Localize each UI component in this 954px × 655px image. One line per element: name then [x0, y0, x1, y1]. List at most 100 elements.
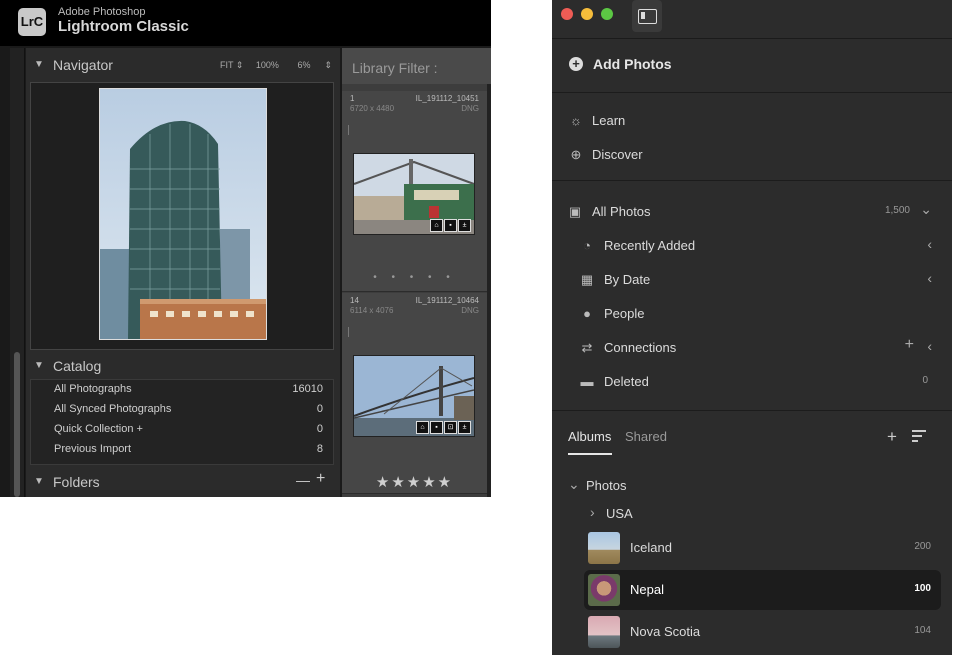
catalog-header[interactable]: ▼ Catalog — [26, 349, 340, 383]
sidebar-toggle-button[interactable] — [632, 0, 662, 32]
flag-icon[interactable] — [348, 327, 358, 337]
folders-header[interactable]: ▼ Folders — + — [26, 465, 340, 497]
sidebar-item-connections[interactable]: ⇄ Connections + ‹ — [552, 333, 952, 363]
discover-item[interactable]: ⊕ Discover — [552, 140, 952, 170]
grid-cell[interactable]: 1 IL_191112_10451 6720 x 4480 DNG ⌂ ▪ ± … — [342, 91, 487, 292]
comment-badge-icon[interactable]: ▪ — [444, 219, 457, 232]
album-count: 200 — [914, 541, 931, 552]
album-label: Iceland — [630, 540, 672, 555]
library-filter-label: Library Filter : — [352, 60, 438, 76]
sidebar-item-by-date[interactable]: ▦ By Date ‹ — [552, 265, 952, 295]
catalog-item-quick-collection[interactable]: Quick Collection + 0 — [31, 420, 333, 440]
album-nepal[interactable]: Nepal 100 — [584, 570, 941, 610]
chevron-down-icon[interactable]: ⌄ — [568, 476, 580, 493]
album-label: Nova Scotia — [630, 624, 701, 639]
grid-scrollbar[interactable] — [487, 84, 491, 497]
active-tab-indicator — [568, 453, 612, 455]
left-panel-scrollbar[interactable] — [14, 352, 20, 497]
lightroom-classic-window: LrC Adobe Photoshop Lightroom Classic ▼ … — [0, 0, 491, 497]
maximize-window-button[interactable] — [601, 8, 613, 20]
globe-icon: ⊕ — [570, 147, 582, 162]
chevron-right-icon[interactable]: › — [590, 504, 595, 520]
album-count: 100 — [914, 583, 931, 594]
catalog-item-all-photographs[interactable]: All Photographs 16010 — [31, 380, 333, 400]
tab-shared[interactable]: Shared — [625, 429, 667, 444]
lrc-titlebar: LrC Adobe Photoshop Lightroom Classic — [0, 0, 491, 46]
folder-label: Photos — [586, 478, 627, 493]
divider — [552, 410, 952, 411]
develop-badge-icon[interactable]: ± — [458, 219, 471, 232]
catalog-item-label: Quick Collection + — [54, 423, 143, 435]
sidebar-icon-bar — [641, 12, 645, 19]
navigator-header[interactable]: ▼ Navigator FIT ⇕ 100% 6% ⇕ — [26, 48, 340, 82]
chevron-left-icon[interactable]: ‹ — [927, 270, 932, 286]
collapse-triangle-icon[interactable]: ▼ — [34, 59, 44, 70]
catalog-item-count: 0 — [316, 403, 323, 415]
all-photos-item[interactable]: ▣ All Photos 1,500 ⌄ — [552, 197, 952, 227]
library-filter-bar[interactable]: Library Filter : — [342, 48, 491, 84]
chevron-left-icon[interactable]: ‹ — [927, 338, 932, 354]
sidebar-item-label: People — [604, 306, 645, 321]
add-folder-icon[interactable]: + — [316, 470, 325, 488]
collapse-triangle-icon[interactable]: ▼ — [34, 476, 44, 487]
learn-item[interactable]: ☼ Learn — [552, 106, 952, 136]
trash-icon: ▬ — [580, 374, 594, 389]
add-photos-button[interactable]: Add Photos — [552, 49, 952, 79]
sidebar-item-recently-added[interactable]: ◔ Recently Added ‹ — [552, 231, 952, 261]
photo-thumbnail[interactable]: ⌂ ▪ ⊡ ± — [353, 355, 475, 437]
divider — [552, 180, 952, 181]
develop-badge-icon[interactable]: ± — [458, 421, 471, 434]
album-folder-photos[interactable]: ⌄ Photos — [552, 471, 952, 501]
album-nova-scotia[interactable]: Nova Scotia 104 — [584, 612, 941, 652]
navigator-preview-frame — [30, 82, 334, 350]
left-panel: ▼ Navigator FIT ⇕ 100% 6% ⇕ ▼ Catalog Al… — [26, 48, 340, 497]
lightbulb-icon: ☼ — [570, 113, 582, 128]
cell-index: 14 — [350, 296, 359, 305]
close-window-button[interactable] — [561, 8, 573, 20]
cell-dimensions: 6720 x 4480 — [350, 104, 395, 113]
catalog-list: All Photographs 16010 All Synced Photogr… — [30, 379, 334, 465]
person-icon: ● — [583, 306, 591, 321]
add-album-icon[interactable]: + — [887, 427, 897, 447]
sort-albums-icon[interactable] — [912, 430, 928, 444]
deleted-count: 0 — [922, 375, 928, 386]
catalog-item-label: All Photographs — [54, 383, 132, 395]
zoom-fit-option[interactable]: FIT ⇕ — [220, 60, 243, 70]
minimize-window-button[interactable] — [581, 8, 593, 20]
album-label: Nepal — [630, 582, 664, 597]
all-photos-label: All Photos — [592, 204, 651, 219]
star-rating[interactable]: ★★★★★ — [342, 473, 487, 491]
album-folder-usa[interactable]: › USA — [552, 499, 952, 529]
rating-dots[interactable]: • • • • • — [342, 272, 487, 283]
zoom-6-option[interactable]: 6% ⇕ — [297, 60, 332, 70]
navigator-title: Navigator — [53, 57, 113, 73]
photo-thumbnail[interactable]: ⌂ ▪ ± — [353, 153, 475, 235]
keyword-badge-icon[interactable]: ⌂ — [430, 219, 443, 232]
library-grid: Library Filter : 1 IL_191112_10451 6720 … — [342, 48, 491, 497]
folders-title: Folders — [53, 474, 100, 490]
collapse-triangle-icon[interactable]: ▼ — [34, 360, 44, 371]
navigator-zoom-options: FIT ⇕ 100% 6% ⇕ — [210, 60, 332, 71]
zoom-100-option[interactable]: 100% — [256, 60, 279, 70]
sidebar-item-label: Deleted — [604, 374, 649, 389]
comment-badge-icon[interactable]: ▪ — [430, 421, 443, 434]
sidebar-item-deleted[interactable]: ▬ Deleted 0 — [552, 367, 952, 397]
keyword-badge-icon[interactable]: ⌂ — [416, 421, 429, 434]
thumbnail-badges: ⌂ ▪ ⊡ ± — [416, 421, 471, 434]
crop-badge-icon[interactable]: ⊡ — [444, 421, 457, 434]
catalog-item-label: Previous Import — [54, 443, 132, 455]
navigator-preview-image[interactable] — [99, 88, 267, 340]
catalog-title: Catalog — [53, 358, 102, 374]
catalog-item-label: All Synced Photographs — [54, 403, 172, 415]
tab-albums[interactable]: Albums — [568, 429, 611, 444]
chevron-left-icon[interactable]: ‹ — [927, 236, 932, 252]
add-connection-icon[interactable]: + — [905, 336, 914, 354]
remove-folder-icon[interactable]: — — [296, 472, 310, 488]
album-iceland[interactable]: Iceland 200 — [584, 528, 941, 568]
sidebar-item-people[interactable]: ● People — [552, 299, 952, 329]
catalog-item-previous-import[interactable]: Previous Import 8 — [31, 440, 333, 460]
chevron-down-icon[interactable]: ⌄ — [920, 201, 932, 218]
grid-cell[interactable]: 14 IL_191112_10464 6114 x 4076 DNG ⌂ ▪ ⊡… — [342, 293, 487, 494]
flag-icon[interactable] — [348, 125, 358, 135]
catalog-item-all-synced[interactable]: All Synced Photographs 0 — [31, 400, 333, 420]
